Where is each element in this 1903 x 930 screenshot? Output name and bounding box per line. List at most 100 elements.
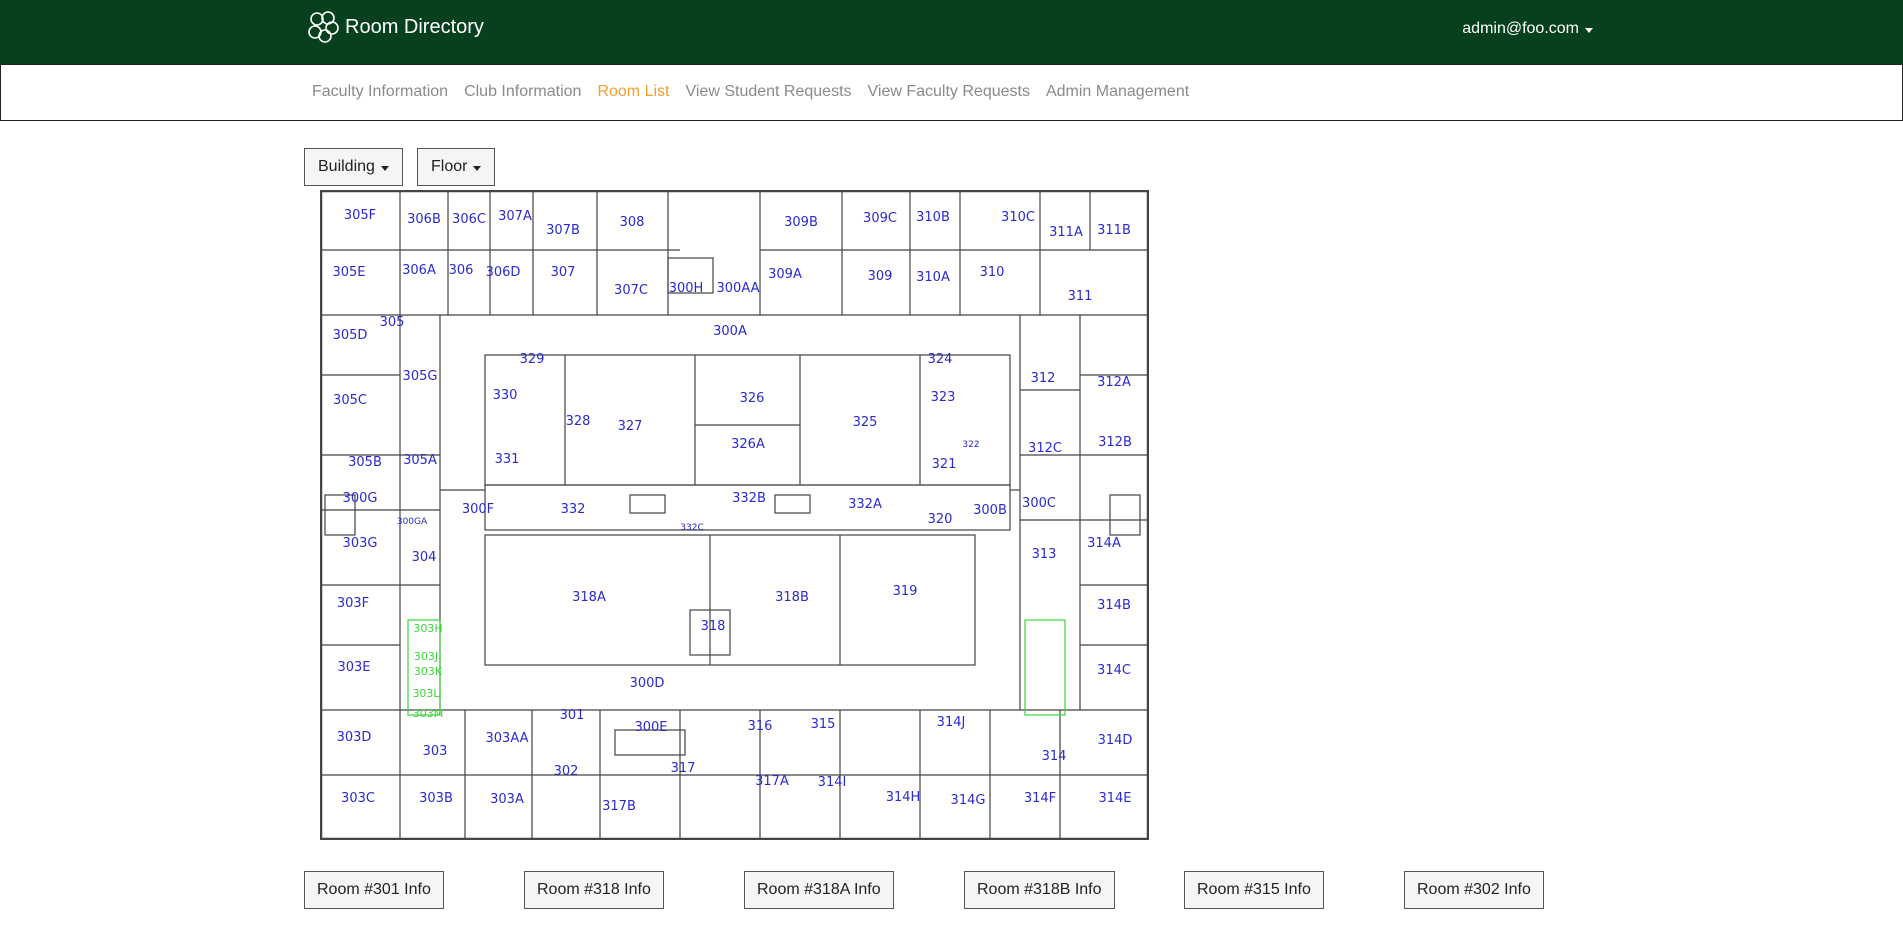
room-label-307b[interactable]: 307B [546, 223, 580, 238]
room-label-312[interactable]: 312 [1031, 371, 1056, 386]
room-label-305d[interactable]: 305D [333, 328, 368, 343]
room-label-304[interactable]: 304 [412, 550, 437, 565]
room-label-309b[interactable]: 309B [784, 215, 818, 230]
room-label-301[interactable]: 301 [560, 708, 585, 723]
room-318-info-button[interactable]: Room #318 Info [524, 871, 664, 909]
room-label-316[interactable]: 316 [748, 719, 773, 734]
room-label-303a[interactable]: 303A [490, 792, 524, 807]
room-label-305f[interactable]: 305F [344, 208, 376, 223]
room-label-303aa[interactable]: 303AA [486, 731, 529, 746]
room-label-300e[interactable]: 300E [634, 720, 667, 735]
building-dropdown[interactable]: Building [304, 148, 403, 186]
nav-room-list[interactable]: Room List [597, 83, 669, 101]
room-label-300b[interactable]: 300B [973, 503, 1007, 518]
room-label-303f[interactable]: 303F [337, 596, 369, 611]
room-318a-info-button[interactable]: Room #318A Info [744, 871, 894, 909]
room-label-300a[interactable]: 300A [713, 324, 747, 339]
room-label-303g[interactable]: 303G [343, 536, 378, 551]
room-label-314e[interactable]: 314E [1098, 791, 1131, 806]
room-label-312b[interactable]: 312B [1098, 435, 1132, 450]
room-label-300f[interactable]: 300F [462, 502, 494, 517]
room-302-info-button[interactable]: Room #302 Info [1404, 871, 1544, 909]
room-label-312c[interactable]: 312C [1028, 441, 1062, 456]
room-label-303d[interactable]: 303D [337, 730, 372, 745]
room-label-329[interactable]: 329 [520, 352, 545, 367]
room-label-310[interactable]: 310 [980, 265, 1005, 280]
room-label-314g[interactable]: 314G [951, 793, 986, 808]
room-label-314f[interactable]: 314F [1024, 791, 1056, 806]
room-label-326a[interactable]: 326A [731, 437, 765, 452]
room-label-332c[interactable]: 332C [680, 523, 703, 533]
room-label-322[interactable]: 322 [962, 440, 979, 450]
room-label-306a[interactable]: 306A [402, 263, 436, 278]
room-label-302[interactable]: 302 [554, 764, 579, 779]
room-label-314a[interactable]: 314A [1087, 536, 1121, 551]
room-label-300g[interactable]: 300G [343, 491, 378, 506]
room-label-310a[interactable]: 310A [916, 270, 950, 285]
room-label-303e[interactable]: 303E [337, 660, 370, 675]
room-label-306d[interactable]: 306D [486, 265, 521, 280]
room-label-317b[interactable]: 317B [602, 799, 636, 814]
nav-view-student-requests[interactable]: View Student Requests [685, 83, 851, 101]
floor-plan-svg[interactable]: 305F 306B 306C 307A 307B 308 309B 309C 310B 310C 3… [319, 189, 1150, 841]
room-label-330[interactable]: 330 [493, 388, 518, 403]
room-label-309a[interactable]: 309A [768, 267, 802, 282]
room-label-305c[interactable]: 305C [333, 393, 367, 408]
room-label-326[interactable]: 326 [740, 391, 765, 406]
room-label-321[interactable]: 321 [932, 457, 957, 472]
room-label-314c[interactable]: 314C [1097, 663, 1131, 678]
floor-dropdown[interactable]: Floor [417, 148, 496, 186]
nav-club-information[interactable]: Club Information [464, 83, 581, 101]
room-label-303b[interactable]: 303B [419, 791, 453, 806]
room-label-314j[interactable]: 314J [937, 715, 966, 730]
room-label-314d[interactable]: 314D [1098, 733, 1133, 748]
room-label-318a[interactable]: 318A [572, 590, 606, 605]
nav-view-faculty-requests[interactable]: View Faculty Requests [868, 83, 1030, 101]
room-label-314[interactable]: 314 [1042, 749, 1067, 764]
room-label-305g[interactable]: 305G [403, 369, 438, 384]
room-label-306[interactable]: 306 [449, 263, 474, 278]
room-label-300aa[interactable]: 300AA [717, 281, 760, 296]
room-label-311a[interactable]: 311A [1049, 225, 1083, 240]
room-label-325[interactable]: 325 [853, 415, 878, 430]
room-label-327[interactable]: 327 [618, 419, 643, 434]
room-label-300c[interactable]: 300C [1022, 496, 1056, 511]
room-label-332a[interactable]: 332A [848, 497, 882, 512]
room-label-303h[interactable]: 303H [413, 622, 442, 635]
room-label-314i[interactable]: 314I [818, 775, 847, 790]
room-318b-info-button[interactable]: Room #318B Info [964, 871, 1115, 909]
room-label-303[interactable]: 303 [423, 744, 448, 759]
room-label-318b[interactable]: 318B [775, 590, 809, 605]
room-label-314b[interactable]: 314B [1097, 598, 1131, 613]
room-label-305[interactable]: 305 [380, 315, 405, 330]
room-label-300ga[interactable]: 300GA [397, 517, 428, 527]
brand[interactable]: Room Directory [307, 10, 484, 44]
room-label-303m[interactable]: 303M [413, 707, 444, 720]
room-label-305b[interactable]: 305B [348, 455, 382, 470]
room-label-310c[interactable]: 310C [1001, 210, 1035, 225]
room-label-307c[interactable]: 307C [614, 283, 648, 298]
room-label-300d[interactable]: 300D [630, 676, 665, 691]
room-label-315[interactable]: 315 [811, 717, 836, 732]
room-label-324[interactable]: 324 [928, 352, 953, 367]
room-label-331[interactable]: 331 [495, 452, 520, 467]
room-label-303l[interactable]: 303L [412, 687, 440, 700]
room-315-info-button[interactable]: Room #315 Info [1184, 871, 1324, 909]
nav-faculty-information[interactable]: Faculty Information [312, 83, 448, 101]
room-label-305a[interactable]: 305A [403, 453, 437, 468]
room-label-307a[interactable]: 307A [498, 209, 532, 224]
floor-plan[interactable]: 305F 306B 306C 307A 307B 308 309B 309C 310B 310C 3… [319, 189, 1150, 841]
room-label-309[interactable]: 309 [868, 269, 893, 284]
room-label-305e[interactable]: 305E [332, 265, 365, 280]
room-label-303k[interactable]: 303K [414, 665, 443, 678]
room-label-303c[interactable]: 303C [341, 791, 375, 806]
room-label-320[interactable]: 320 [928, 512, 953, 527]
room-label-314h[interactable]: 314H [886, 790, 921, 805]
room-label-303j[interactable]: 303J [414, 650, 438, 663]
room-label-319[interactable]: 319 [893, 584, 918, 599]
room-label-318[interactable]: 318 [701, 619, 726, 634]
room-label-328[interactable]: 328 [566, 414, 591, 429]
room-label-308[interactable]: 308 [620, 215, 645, 230]
room-label-323[interactable]: 323 [931, 390, 956, 405]
room-label-312a[interactable]: 312A [1097, 375, 1131, 390]
